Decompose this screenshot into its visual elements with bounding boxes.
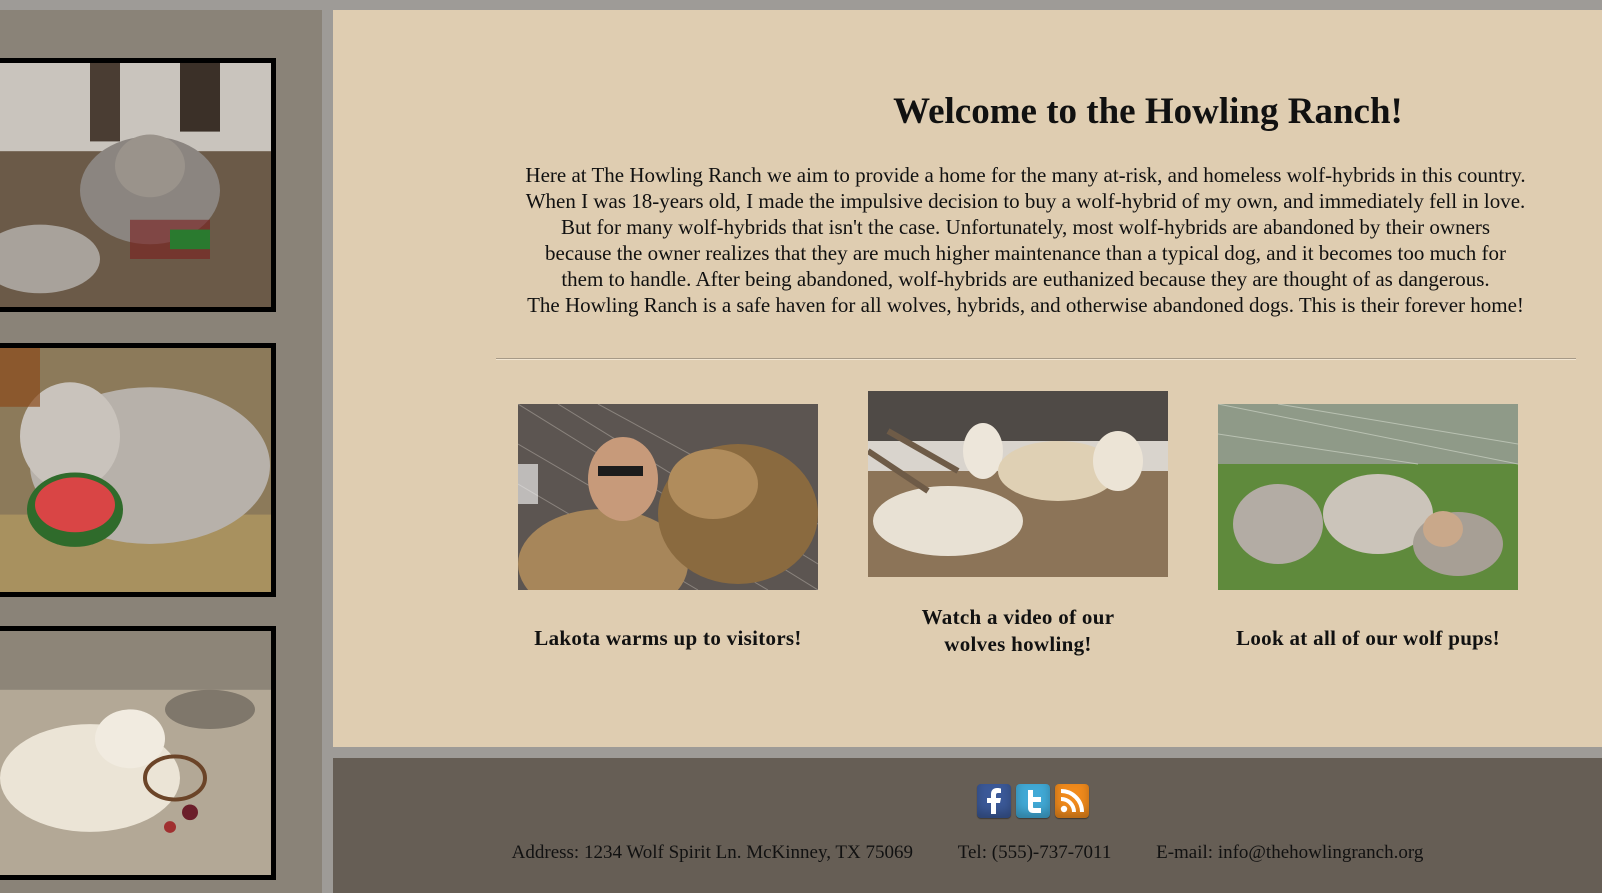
- phone-text: Tel: (555)-737-7011: [957, 842, 1112, 863]
- caption-line: wolves howling!: [944, 632, 1092, 656]
- facebook-icon[interactable]: [977, 784, 1011, 818]
- wolf-pups-photo[interactable]: [1218, 404, 1518, 590]
- intro-paragraph: Here at The Howling Ranch we aim to prov…: [483, 162, 1568, 318]
- white-wolf-with-basket-photo[interactable]: [0, 626, 276, 880]
- caption-line: Watch a video of our: [921, 605, 1115, 629]
- man-kissing-wolf-photo[interactable]: [518, 404, 818, 590]
- page-title: Welcome to the Howling Ranch!: [893, 91, 1403, 132]
- wolf-eating-watermelon-photo[interactable]: [0, 343, 276, 597]
- feature-lakota: Lakota warms up to visitors!: [518, 404, 818, 650]
- feature-wolf-pups: Look at all of our wolf pups!: [1218, 404, 1518, 650]
- wolf-pups-playing-photo[interactable]: [0, 58, 276, 312]
- main-content: Welcome to the Howling Ranch! Here at Th…: [333, 10, 1602, 747]
- howling-wolves-photo[interactable]: [868, 391, 1168, 577]
- intro-line: But for many wolf-hybrids that isn't the…: [560, 215, 1491, 239]
- intro-line: them to handle. After being abandoned, w…: [561, 267, 1490, 291]
- feature-howling-video: Watch a video of our wolves howling!: [868, 391, 1168, 656]
- address-text: Address: 1234 Wolf Spirit Ln. McKinney, …: [511, 842, 913, 863]
- intro-line: The Howling Ranch is a safe haven for al…: [527, 293, 1524, 317]
- divider: [496, 358, 1576, 360]
- feature-caption[interactable]: Lakota warms up to visitors!: [498, 625, 838, 652]
- email-link[interactable]: E-mail: info@thehowlingranch.org: [1156, 842, 1423, 863]
- feature-caption[interactable]: Watch a video of our wolves howling!: [848, 604, 1188, 658]
- intro-line: because the owner realizes that they are…: [545, 241, 1506, 265]
- twitter-icon[interactable]: [1016, 784, 1050, 818]
- footer: Address: 1234 Wolf Spirit Ln. McKinney, …: [333, 758, 1602, 893]
- intro-line: When I was 18-years old, I made the impu…: [525, 189, 1526, 213]
- contact-info: Address: 1234 Wolf Spirit Ln. McKinney, …: [333, 842, 1602, 864]
- intro-line: Here at The Howling Ranch we aim to prov…: [525, 163, 1526, 187]
- social-links: [977, 784, 1089, 818]
- sidebar: [0, 10, 322, 893]
- feature-caption[interactable]: Look at all of our wolf pups!: [1198, 625, 1538, 652]
- rss-icon[interactable]: [1055, 784, 1089, 818]
